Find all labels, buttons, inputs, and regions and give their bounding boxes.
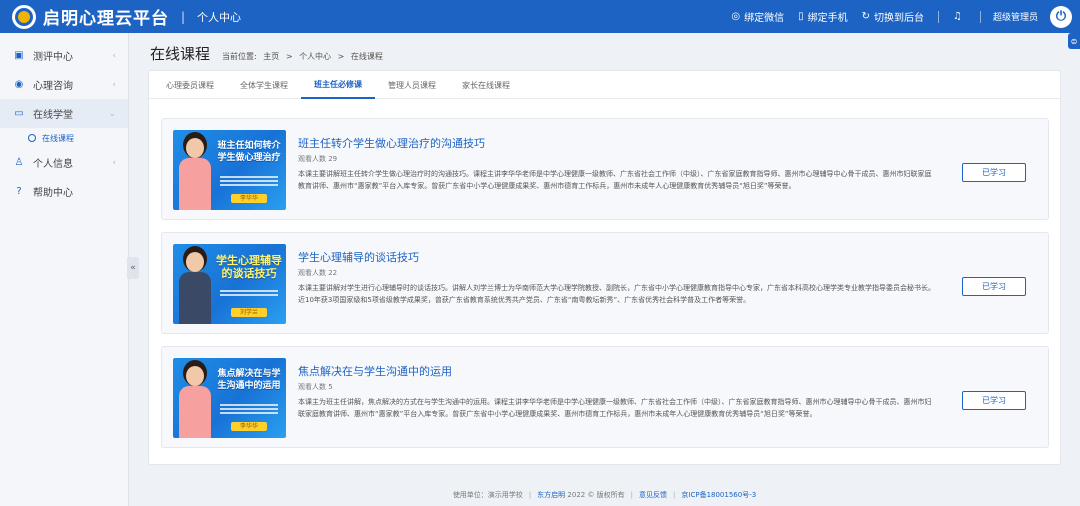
footer-unit: 使用单位：演示用学校 xyxy=(452,491,523,499)
bind-wechat-label: 绑定微信 xyxy=(744,13,785,24)
collapse-sidebar-button[interactable]: « xyxy=(127,257,139,279)
breadcrumb-home[interactable]: 主页 xyxy=(263,52,279,61)
sidebar-item-label: 帮助中心 xyxy=(33,188,73,199)
monitor-icon: ▭ xyxy=(14,108,24,119)
course-panel: 心理委员课程 全体学生课程 班主任必修课 管理人员课程 家长在线课程 班主任如何… xyxy=(148,70,1061,465)
power-icon[interactable]: ⏻ xyxy=(1050,5,1072,28)
sidebar-subitem-online-courses[interactable]: 在线课程 xyxy=(0,128,128,148)
course-thumbnail[interactable]: 焦点解决在与学生沟通中的运用 李华华 xyxy=(173,358,286,438)
sidebar-item-profile[interactable]: ♙ 个人信息 ‹ xyxy=(0,148,128,177)
course-description: 本课主要讲解对学生进行心理辅导时的谈话技巧。讲解人刘学兰博士为华南师范大学心理学… xyxy=(298,284,935,304)
breadcrumb-center[interactable]: 个人中心 xyxy=(299,52,331,61)
thumbnail-caption-lines xyxy=(217,174,281,188)
sidebar-item-label: 测评中心 xyxy=(33,52,73,63)
lecturer-photo xyxy=(177,252,213,324)
topbar-divider xyxy=(938,10,940,23)
breadcrumb-prefix: 当前位置: xyxy=(222,52,257,61)
sidebar-item-help[interactable]: ? 帮助中心 xyxy=(0,177,128,206)
clipboard-icon: ▣ xyxy=(14,50,24,61)
page-header: 在线课程 当前位置: 主页 > 个人中心 > 在线课程 xyxy=(150,43,387,64)
sidebar-item-label: 个人信息 xyxy=(33,159,73,170)
footer: 使用单位：演示用学校 | 东方启明 2022 © 版权所有 | 意见反馈 | 京ICP备18… xyxy=(452,491,757,499)
footer-feedback-link[interactable]: 意见反馈 xyxy=(639,491,667,499)
course-thumbnail[interactable]: 学生心理辅导的谈话技巧 刘学兰 xyxy=(173,244,286,324)
topbar-divider xyxy=(979,10,981,23)
thumbnail-caption-lines xyxy=(217,288,281,298)
course-title[interactable]: 学生心理辅导的谈话技巧 xyxy=(298,249,419,265)
thumbnail-tag: 刘学兰 xyxy=(231,308,267,317)
bind-phone-link[interactable]: ▯ 绑定手机 xyxy=(798,9,848,24)
circle-icon xyxy=(28,134,36,142)
help-icon: ? xyxy=(16,186,22,197)
switch-backend-link[interactable]: ↻ 切换到后台 xyxy=(862,9,924,24)
footer-icp-link[interactable]: 京ICP备18001560号-3 xyxy=(681,491,756,499)
sidebar: ▣ 测评中心 ‹ ◉ 心理咨询 ‹ ▭ 在线学堂 ⌄ 在线课程 ♙ 个人信息 ‹… xyxy=(0,33,129,506)
course-card: 学生心理辅导的谈话技巧 刘学兰 学生心理辅导的谈话技巧 观看人数 22 本课主要… xyxy=(161,232,1049,334)
course-tabs: 心理委员课程 全体学生课程 班主任必修课 管理人员课程 家长在线课程 xyxy=(149,71,1060,99)
thumbnail-title: 焦点解决在与学生沟通中的运用 xyxy=(217,369,281,391)
top-bar: 启明心理云平台 | 个人中心 ◎ 绑定微信 ▯ 绑定手机 ↻ 切换到后台 ♫ 超… xyxy=(0,0,1080,33)
breadcrumb: 当前位置: 主页 > 个人中心 > 在线课程 xyxy=(222,51,387,62)
sidebar-item-assessment[interactable]: ▣ 测评中心 ‹ xyxy=(0,41,128,70)
sidebar-subitem-label: 在线课程 xyxy=(42,133,74,143)
page-title: 在线课程 xyxy=(150,45,211,63)
chevron-down-icon: ⌄ xyxy=(108,108,116,119)
sidebar-item-online-school[interactable]: ▭ 在线学堂 ⌄ xyxy=(0,99,128,128)
brand-divider: | xyxy=(181,9,186,24)
thumbnail-title: 班主任如何转介学生做心理治疗 xyxy=(217,141,281,163)
tab-head-teacher-courses[interactable]: 班主任必修课 xyxy=(301,71,375,99)
float-tool-icon[interactable]: ⊜ xyxy=(1068,33,1080,49)
course-card: 焦点解决在与学生沟通中的运用 李华华 焦点解决在与学生沟通中的运用 观看人数 5… xyxy=(161,346,1049,448)
learned-button[interactable]: 已学习 xyxy=(962,163,1026,182)
course-title[interactable]: 班主任转介学生做心理治疗的沟通技巧 xyxy=(298,135,485,151)
wechat-icon: ◎ xyxy=(731,11,741,22)
brand-name: 启明心理云平台 xyxy=(43,9,169,29)
chat-icon: ◉ xyxy=(14,79,24,90)
switch-backend-label: 切换到后台 xyxy=(874,13,925,24)
bind-wechat-link[interactable]: ◎ 绑定微信 xyxy=(731,9,784,24)
section-title: 个人中心 xyxy=(197,10,242,24)
course-card: 班主任如何转介学生做心理治疗 李华华 班主任转介学生做心理治疗的沟通技巧 观看人… xyxy=(161,118,1049,220)
chevron-left-icon: ‹ xyxy=(112,79,116,90)
user-icon: ♙ xyxy=(14,157,24,168)
tab-parent-courses[interactable]: 家长在线课程 xyxy=(449,71,523,99)
breadcrumb-current: 在线课程 xyxy=(350,52,383,61)
course-views: 观看人数 29 xyxy=(298,155,338,163)
breadcrumb-separator: > xyxy=(285,52,293,61)
lecturer-photo xyxy=(177,366,213,438)
phone-icon: ▯ xyxy=(798,11,804,22)
thumbnail-tag: 李华华 xyxy=(231,422,267,431)
refresh-icon: ↻ xyxy=(861,11,871,22)
user-name[interactable]: 超级管理员 xyxy=(993,10,1038,23)
course-description: 本课主要讲解班主任转介学生做心理治疗时的沟通技巧。课程主讲李华华老师是中学心理健… xyxy=(298,170,932,190)
sidebar-item-label: 在线学堂 xyxy=(33,110,73,121)
footer-company-link[interactable]: 东方启明 xyxy=(537,491,565,499)
thumbnail-tag: 李华华 xyxy=(231,194,267,203)
learned-button[interactable]: 已学习 xyxy=(962,277,1026,296)
bell-icon: ♫ xyxy=(953,11,962,22)
course-views: 观看人数 22 xyxy=(298,269,338,277)
tab-manager-courses[interactable]: 管理人员课程 xyxy=(375,71,449,99)
notification-bell[interactable]: ♫ xyxy=(953,11,966,22)
lecturer-photo xyxy=(177,138,213,210)
bind-phone-label: 绑定手机 xyxy=(807,13,848,24)
chevron-left-icon: ‹ xyxy=(112,50,116,61)
breadcrumb-separator: > xyxy=(337,52,345,61)
tab-committee-courses[interactable]: 心理委员课程 xyxy=(153,71,227,99)
footer-copyright: 2022 © 版权所有 xyxy=(567,491,625,499)
thumbnail-caption-lines xyxy=(217,402,281,416)
course-title[interactable]: 焦点解决在与学生沟通中的运用 xyxy=(298,363,452,379)
learned-button[interactable]: 已学习 xyxy=(962,391,1026,410)
chevron-left-icon: ‹ xyxy=(112,157,116,168)
thumbnail-title: 学生心理辅导的谈话技巧 xyxy=(216,254,282,280)
sidebar-item-counseling[interactable]: ◉ 心理咨询 ‹ xyxy=(0,70,128,99)
course-views: 观看人数 5 xyxy=(298,383,333,391)
course-description: 本课主为班主任讲解，焦点解决的方式在与学生沟通中的运用。课程主讲李华华老师是中学… xyxy=(298,398,932,418)
brand-logo-icon xyxy=(12,4,36,29)
course-thumbnail[interactable]: 班主任如何转介学生做心理治疗 李华华 xyxy=(173,130,286,210)
tab-all-students-courses[interactable]: 全体学生课程 xyxy=(227,71,301,99)
sidebar-item-label: 心理咨询 xyxy=(33,81,73,92)
